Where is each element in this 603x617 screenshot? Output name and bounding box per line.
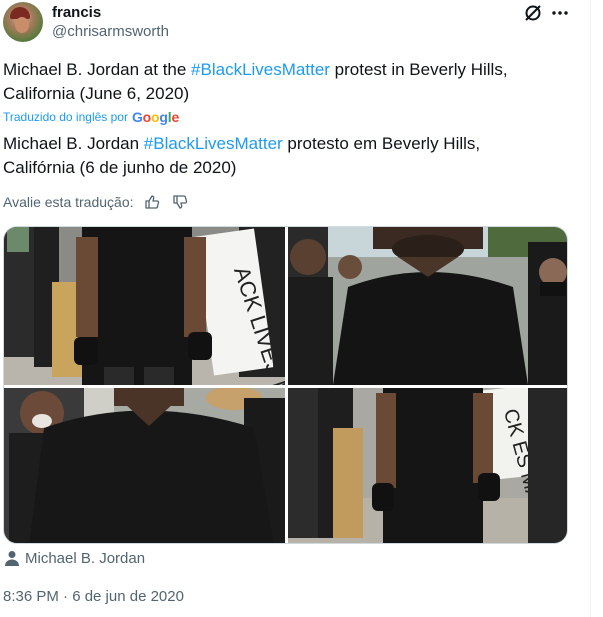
translated-by-link[interactable]: Traduzido do inglês por Google (3, 109, 179, 125)
photo-3[interactable] (4, 388, 285, 543)
tweet-translated-text: Michael B. Jordan #BlackLivesMatter prot… (3, 132, 523, 180)
hashtag-link[interactable]: #BlackLivesMatter (144, 134, 283, 153)
avatar[interactable] (3, 2, 43, 42)
media-grid: ACK LIVES MATTER (3, 226, 568, 544)
person-icon (5, 551, 19, 566)
translated-text-part: Michael B. Jordan (3, 134, 144, 153)
tweet-card[interactable]: francis @chrisarmsworth Michael B. Jorda… (0, 0, 590, 617)
column-divider (590, 0, 591, 617)
photo-4[interactable]: CK ES MATTER (288, 388, 567, 543)
author-display-name[interactable]: francis (52, 4, 101, 21)
photo-1[interactable]: ACK LIVES MATTER (4, 227, 285, 385)
tagged-person[interactable]: Michael B. Jordan (3, 549, 145, 567)
original-text-part: Michael B. Jordan at the (3, 60, 192, 79)
avatar-face (15, 17, 29, 33)
tweet-timestamp[interactable]: 8:36 PM · 6 de jun de 2020 (3, 588, 184, 605)
rate-translation: Avalie esta tradução: (3, 193, 190, 211)
translated-by-label: Traduzido do inglês por (3, 110, 128, 124)
tagged-person-name: Michael B. Jordan (25, 549, 146, 567)
hashtag-link[interactable]: #BlackLivesMatter (191, 60, 330, 79)
thumbs-down-icon[interactable] (170, 193, 190, 211)
google-logo: Google (131, 109, 180, 125)
more-icon[interactable] (549, 2, 571, 24)
grok-icon[interactable] (522, 2, 544, 24)
author-handle[interactable]: @chrisarmsworth (52, 23, 169, 40)
rate-translation-label: Avalie esta tradução: (3, 194, 134, 210)
thumbs-up-icon[interactable] (142, 193, 162, 211)
photo-2[interactable] (288, 227, 567, 385)
tweet-original-text: Michael B. Jordan at the #BlackLivesMatt… (3, 58, 523, 106)
